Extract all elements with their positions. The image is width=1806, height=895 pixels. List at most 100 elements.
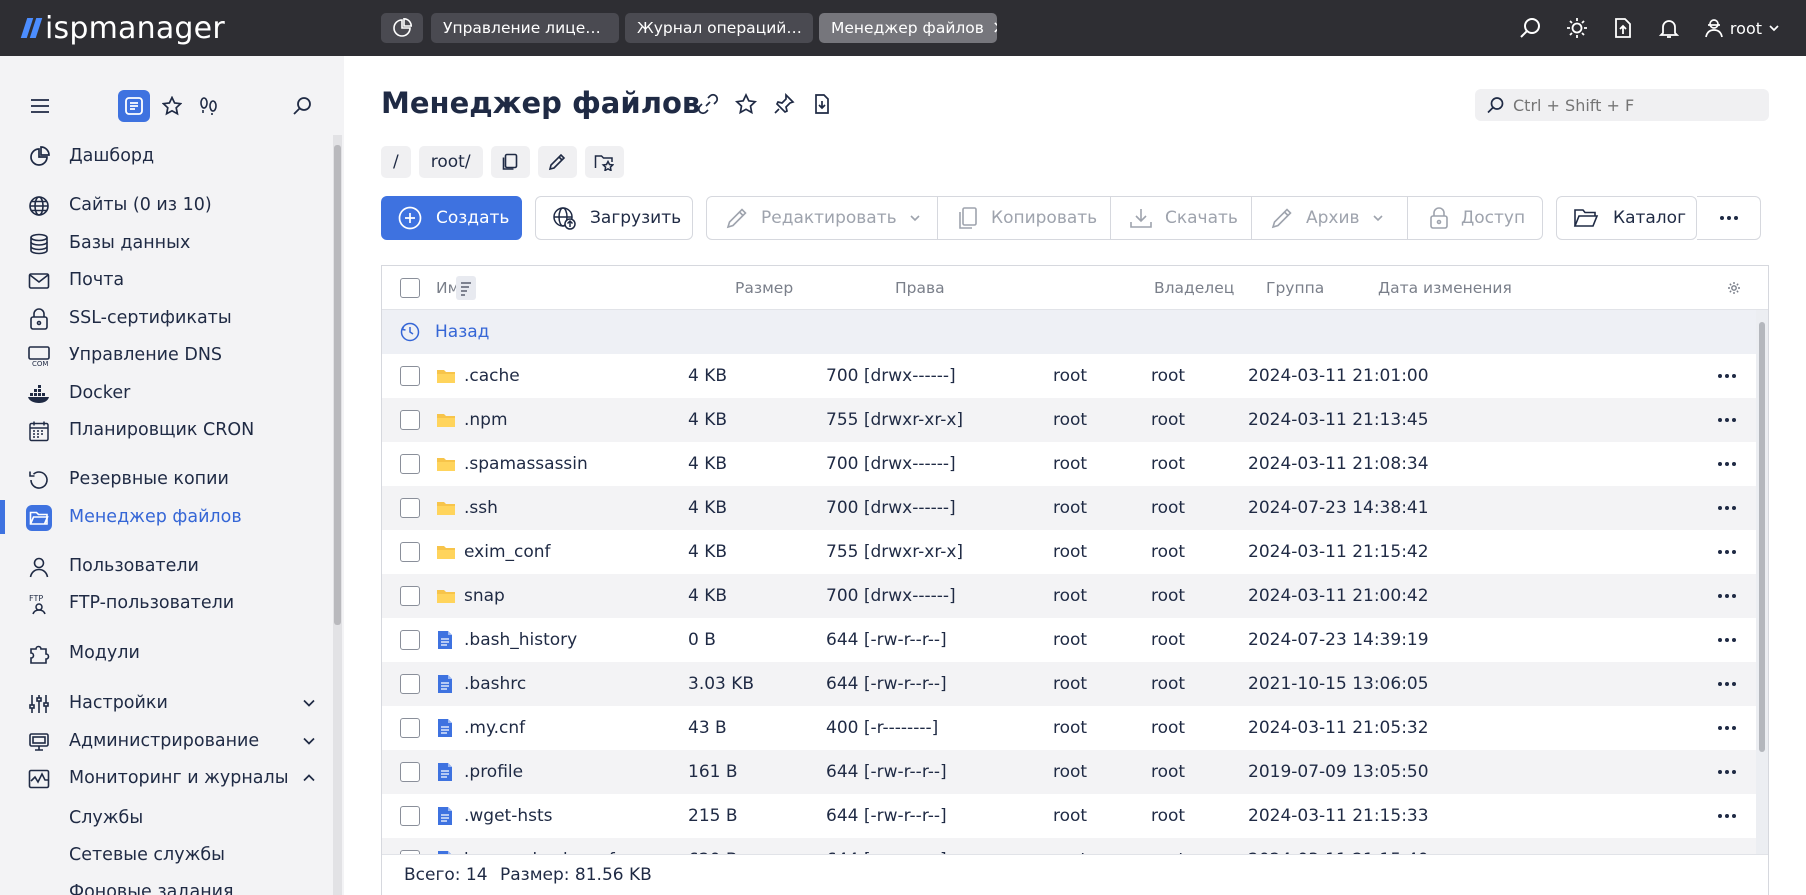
sidebar-item-settings[interactable]: Настройки	[0, 686, 330, 720]
favorites-button[interactable]	[156, 90, 188, 122]
file-name[interactable]: .profile	[464, 762, 523, 782]
row-more-icon[interactable]	[1718, 418, 1736, 422]
table-row[interactable]: .ssh 4 KB 700 [drwx------] root root 2024-07-…	[382, 486, 1756, 530]
sidebar-item-docker[interactable]: Docker	[0, 376, 330, 410]
row-more-icon[interactable]	[1718, 814, 1736, 818]
file-name[interactable]: .spamassassin	[464, 454, 588, 474]
sidebar-item-dns[interactable]: COM Управление DNS	[0, 338, 330, 372]
upload-file-icon[interactable]	[1612, 17, 1634, 39]
download-file-icon[interactable]	[811, 93, 833, 115]
table-row[interactable]: .spamassassin 4 KB 700 [drwx------] root roo…	[382, 442, 1756, 486]
table-row[interactable]: snap 4 KB 700 [drwx------] root root 2024-03-…	[382, 574, 1756, 618]
row-checkbox[interactable]	[400, 806, 420, 826]
table-row[interactable]: .my.cnf 43 B 400 [-r--------] root root 2024-…	[382, 706, 1756, 750]
sidebar-item-backups[interactable]: Резервные копии	[0, 462, 330, 496]
row-more-icon[interactable]	[1718, 594, 1736, 598]
menu-search-button[interactable]	[287, 90, 319, 122]
table-row[interactable]: .npm 4 KB 755 [drwxr-xr-x] root root 2024-03-…	[382, 398, 1756, 442]
archive-button[interactable]: Архив	[1270, 197, 1384, 239]
search-box[interactable]	[1475, 89, 1769, 121]
breadcrumb-root[interactable]: /	[381, 146, 411, 178]
sidebar-item-monitoring[interactable]: Мониторинг и журналы	[0, 761, 330, 795]
row-more-icon[interactable]	[1718, 682, 1736, 686]
pin-icon[interactable]	[773, 93, 795, 115]
table-row[interactable]: .wget-hsts 215 B 644 [-rw-r--r--] root root 2…	[382, 794, 1756, 838]
col-owner[interactable]: Владелец	[1154, 279, 1234, 297]
sidebar-item-administration[interactable]: Администрирование	[0, 724, 330, 758]
history-button[interactable]	[193, 90, 225, 122]
logo[interactable]: ispmanager	[20, 8, 225, 48]
star-icon[interactable]	[735, 93, 757, 115]
file-name[interactable]: .cache	[464, 366, 520, 386]
sidebar-subitem-network-services[interactable]: Сетевые службы	[69, 845, 225, 865]
access-button[interactable]: Доступ	[1429, 197, 1525, 239]
sidebar-item-mail[interactable]: Почта	[0, 263, 330, 297]
close-icon[interactable]: ×	[992, 13, 997, 43]
file-name[interactable]: .wget-hsts	[464, 806, 553, 826]
copy-button[interactable]: Копировать	[957, 197, 1097, 239]
edit-button[interactable]: Редактировать	[725, 197, 921, 239]
more-actions-button[interactable]	[1697, 196, 1761, 240]
row-checkbox[interactable]	[400, 674, 420, 694]
create-button[interactable]: Создать	[381, 196, 522, 240]
sidebar-scrollbar[interactable]	[333, 135, 342, 895]
sidebar-subitem-background-tasks[interactable]: Фоновые задания	[69, 882, 234, 895]
sidebar-item-ftp-users[interactable]: FTP FTP-пользователи	[0, 586, 330, 620]
bell-icon[interactable]	[1658, 17, 1680, 39]
tab-dashboard[interactable]	[381, 13, 423, 43]
file-name[interactable]: .bash_history	[464, 630, 577, 650]
tab-license[interactable]: Управление лице…	[431, 13, 619, 43]
sidebar-item-ssl[interactable]: SSL-сертификаты	[0, 301, 330, 335]
user-menu[interactable]: root	[1704, 18, 1780, 38]
view-all-button[interactable]	[118, 90, 150, 122]
table-row[interactable]: .bash_history 0 B 644 [-rw-r--r--] root root…	[382, 618, 1756, 662]
row-more-icon[interactable]	[1718, 462, 1736, 466]
file-name[interactable]: .my.cnf	[464, 718, 525, 738]
row-checkbox[interactable]	[400, 454, 420, 474]
row-checkbox[interactable]	[400, 718, 420, 738]
search-input[interactable]	[1513, 89, 1763, 121]
download-button[interactable]: Скачать	[1129, 197, 1238, 239]
tab-operations-log[interactable]: Журнал операций…	[625, 13, 813, 43]
scrollbar-thumb[interactable]	[334, 145, 341, 625]
theme-sun-icon[interactable]	[1566, 17, 1588, 39]
row-checkbox[interactable]	[400, 498, 420, 518]
gear-icon[interactable]	[1727, 281, 1741, 295]
menu-toggle[interactable]	[24, 90, 56, 122]
sidebar-item-sites[interactable]: Сайты (0 из 10)	[0, 188, 330, 222]
row-checkbox[interactable]	[400, 586, 420, 606]
tab-file-manager[interactable]: Менеджер файлов ×	[819, 13, 997, 43]
sidebar-item-dashboard[interactable]: Дашборд	[0, 139, 330, 173]
col-size[interactable]: Размер	[735, 279, 793, 297]
table-row[interactable]: .profile 161 B 644 [-rw-r--r--] root root 201…	[382, 750, 1756, 794]
sidebar-item-databases[interactable]: Базы данных	[0, 226, 330, 260]
sidebar-item-modules[interactable]: Модули	[0, 636, 330, 670]
col-permissions[interactable]: Права	[895, 279, 945, 297]
edit-path-button[interactable]	[537, 146, 577, 178]
row-checkbox[interactable]	[400, 762, 420, 782]
row-more-icon[interactable]	[1718, 506, 1736, 510]
upload-button[interactable]: Загрузить	[535, 196, 693, 240]
row-more-icon[interactable]	[1718, 550, 1736, 554]
sidebar-subitem-services[interactable]: Службы	[69, 808, 143, 828]
table-row[interactable]: exim_conf 4 KB 755 [drwxr-xr-x] root root 202…	[382, 530, 1756, 574]
col-group[interactable]: Группа	[1266, 279, 1324, 297]
sidebar-item-cron[interactable]: Планировщик CRON	[0, 413, 330, 447]
row-more-icon[interactable]	[1718, 638, 1736, 642]
link-icon[interactable]	[697, 93, 719, 115]
breadcrumb-root-folder[interactable]: root/	[418, 146, 483, 178]
file-name[interactable]: .npm	[464, 410, 508, 430]
row-more-icon[interactable]	[1718, 374, 1736, 378]
row-more-icon[interactable]	[1718, 770, 1736, 774]
sidebar-item-file-manager[interactable]: Менеджер файлов	[0, 500, 330, 534]
table-scrollbar[interactable]	[1756, 310, 1768, 854]
table-row[interactable]: .bashrc 3.03 KB 644 [-rw-r--r--] root root 20…	[382, 662, 1756, 706]
catalog-button[interactable]: Каталог	[1556, 196, 1697, 240]
file-name[interactable]: .ssh	[464, 498, 498, 518]
row-checkbox[interactable]	[400, 630, 420, 650]
favorite-folder-button[interactable]	[584, 146, 624, 178]
row-checkbox[interactable]	[400, 542, 420, 562]
copy-path-button[interactable]	[490, 146, 530, 178]
row-more-icon[interactable]	[1718, 726, 1736, 730]
back-row[interactable]: Назад	[382, 310, 1756, 354]
